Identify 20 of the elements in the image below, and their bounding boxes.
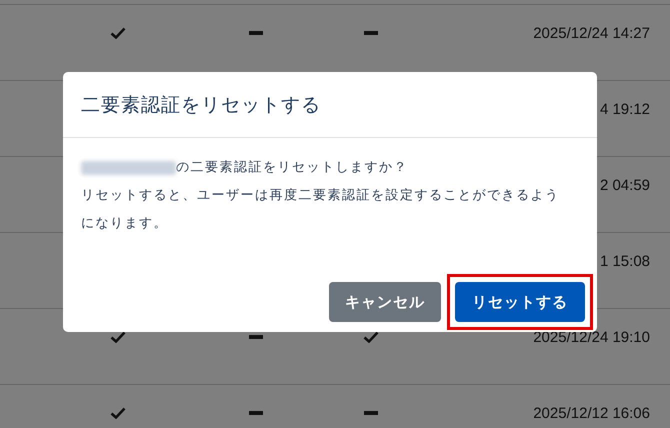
question-text: の二要素認証をリセットしますか？ (176, 159, 408, 177)
date-text: 2025/12/24 19:10 (533, 328, 650, 346)
dash-icon (364, 31, 378, 35)
check-icon (110, 27, 126, 39)
check-icon (363, 331, 379, 343)
dash-icon (364, 411, 378, 415)
date-text: 1 15:08 (600, 252, 650, 270)
date-text: 2 04:59 (600, 176, 650, 194)
dash-icon (249, 31, 263, 35)
message-text: リセットすると、ユーザーは再度二要素認証を設定することができるようになります。 (81, 187, 560, 233)
check-icon (110, 331, 126, 343)
reset-button[interactable]: リセットする (455, 282, 585, 322)
cancel-button[interactable]: キャンセル (329, 282, 441, 322)
dash-icon (249, 411, 263, 415)
check-icon (110, 407, 126, 419)
date-text: 2025/12/24 14:27 (533, 24, 650, 42)
dash-icon (249, 335, 263, 339)
date-text: 4 19:12 (600, 100, 650, 118)
date-text: 2025/12/12 16:06 (533, 404, 650, 422)
dialog-title: 二要素認証をリセットする (81, 92, 321, 118)
